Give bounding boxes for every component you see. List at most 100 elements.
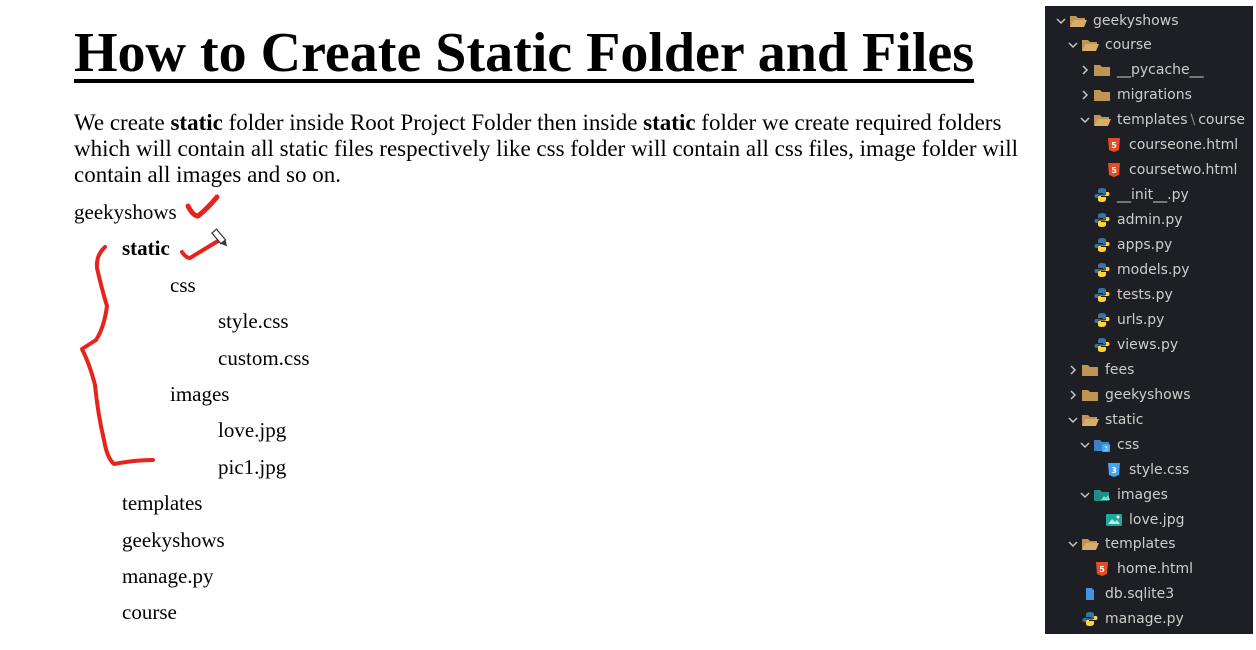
explorer-folder[interactable]: static xyxy=(1045,407,1253,432)
folder-icon xyxy=(1081,387,1099,403)
explorer-item-label: coursetwo.html xyxy=(1129,162,1238,179)
explorer-file[interactable]: love.jpg xyxy=(1045,507,1253,532)
explorer-folder[interactable]: images xyxy=(1045,482,1253,507)
explorer-item-label: templates xyxy=(1105,536,1176,553)
chevron-down-icon[interactable] xyxy=(1065,37,1081,53)
tree-item: static xyxy=(122,236,170,261)
checkmark-annotation xyxy=(185,194,220,219)
tree-item: love.jpg xyxy=(218,418,287,443)
chevron-right-icon[interactable] xyxy=(1077,87,1093,103)
explorer-item-label: css xyxy=(1117,436,1140,453)
svg-text:5: 5 xyxy=(1111,141,1117,150)
explorer-file[interactable]: views.py xyxy=(1045,332,1253,357)
explorer-file[interactable]: manage.py xyxy=(1045,607,1253,632)
chevron-down-icon[interactable] xyxy=(1077,437,1093,453)
explorer-file[interactable]: __init__.py xyxy=(1045,183,1253,208)
image-icon xyxy=(1105,512,1123,528)
python-icon xyxy=(1093,287,1111,303)
images-folder-icon xyxy=(1093,487,1111,503)
css-folder-icon: 3 xyxy=(1093,437,1111,453)
explorer-file[interactable]: 5 courseone.html xyxy=(1045,133,1253,158)
chevron-down-icon[interactable] xyxy=(1053,13,1069,29)
tree-item: geekyshows xyxy=(74,200,177,224)
explorer-file[interactable]: 3 style.css xyxy=(1045,457,1253,482)
chevron-down-icon[interactable] xyxy=(1065,536,1081,552)
file-explorer-panel: geekyshows course __pycache__ migrations tem… xyxy=(1045,6,1253,634)
python-icon xyxy=(1093,312,1111,328)
tree-item: css xyxy=(170,272,196,297)
chevron-down-icon[interactable] xyxy=(1077,112,1093,128)
html-icon: 5 xyxy=(1093,561,1111,577)
explorer-item-label: apps.py xyxy=(1117,237,1173,253)
python-icon xyxy=(1093,337,1111,353)
explorer-file[interactable]: 5 home.html xyxy=(1045,557,1253,582)
explorer-item-suffix: course xyxy=(1198,112,1246,129)
html-icon: 5 xyxy=(1105,137,1123,153)
description-text: folder inside Root Project Folder then i… xyxy=(222,110,644,135)
python-icon xyxy=(1093,187,1111,203)
explorer-folder[interactable]: templates xyxy=(1045,532,1253,557)
explorer-folder[interactable]: geekyshows xyxy=(1045,382,1253,407)
folder-open-icon xyxy=(1093,112,1111,128)
tree-item: images xyxy=(170,382,230,406)
chevron-down-icon[interactable] xyxy=(1077,487,1093,503)
tree-item: manage.py xyxy=(122,564,214,588)
explorer-item-label: geekyshows xyxy=(1093,12,1179,29)
folder-icon xyxy=(1081,362,1099,378)
python-icon xyxy=(1093,262,1111,278)
tree-item: style.css xyxy=(218,309,289,334)
explorer-file[interactable]: db.sqlite3 xyxy=(1045,582,1253,607)
explorer-folder[interactable]: 3 css xyxy=(1045,432,1253,457)
explorer-folder[interactable]: fees xyxy=(1045,357,1253,382)
explorer-file[interactable]: urls.py xyxy=(1045,307,1253,332)
chevron-right-icon[interactable] xyxy=(1065,387,1081,403)
checkmark-annotation xyxy=(180,239,220,260)
explorer-file[interactable]: admin.py xyxy=(1045,208,1253,233)
folder-open-icon xyxy=(1081,37,1099,53)
chevron-right-icon[interactable] xyxy=(1077,62,1093,78)
explorer-folder[interactable]: course xyxy=(1045,33,1253,58)
explorer-item-label: course xyxy=(1105,37,1152,54)
folder-icon xyxy=(1093,62,1111,78)
page-title: How to Create Static Folder and Files xyxy=(74,22,975,84)
folder-open-icon xyxy=(1069,13,1087,29)
tree-item: pic1.jpg xyxy=(218,454,287,479)
database-icon xyxy=(1081,586,1099,602)
explorer-item-label: __init__.py xyxy=(1117,187,1189,204)
chevron-right-icon[interactable] xyxy=(1065,362,1081,378)
explorer-item-label: courseone.html xyxy=(1129,137,1239,154)
explorer-item-label: urls.py xyxy=(1117,311,1165,328)
svg-text:3: 3 xyxy=(1111,466,1117,475)
explorer-file[interactable]: 5 coursetwo.html xyxy=(1045,158,1253,183)
explorer-file[interactable]: models.py xyxy=(1045,258,1253,283)
tree-item: templates xyxy=(122,491,203,516)
explorer-folder[interactable]: templates \ course xyxy=(1045,108,1253,133)
explorer-folder[interactable]: geekyshows xyxy=(1045,8,1253,33)
description-text: We create xyxy=(74,110,171,135)
folder-open-icon xyxy=(1081,412,1099,428)
pen-cursor-icon xyxy=(211,228,228,247)
explorer-item-label: geekyshows xyxy=(1105,386,1191,403)
explorer-item-label: models.py xyxy=(1117,262,1190,278)
explorer-item-label: views.py xyxy=(1117,336,1179,353)
html-icon: 5 xyxy=(1105,162,1123,178)
explorer-file[interactable]: apps.py xyxy=(1045,233,1253,258)
explorer-item-label: love.jpg xyxy=(1129,511,1185,528)
chevron-down-icon[interactable] xyxy=(1065,412,1081,428)
explorer-folder[interactable]: __pycache__ xyxy=(1045,58,1253,83)
explorer-file[interactable]: tests.py xyxy=(1045,282,1253,307)
explorer-folder[interactable]: migrations xyxy=(1045,83,1253,108)
slide: How to Create Static Folder and Files We… xyxy=(0,0,1045,650)
python-icon xyxy=(1081,611,1099,627)
